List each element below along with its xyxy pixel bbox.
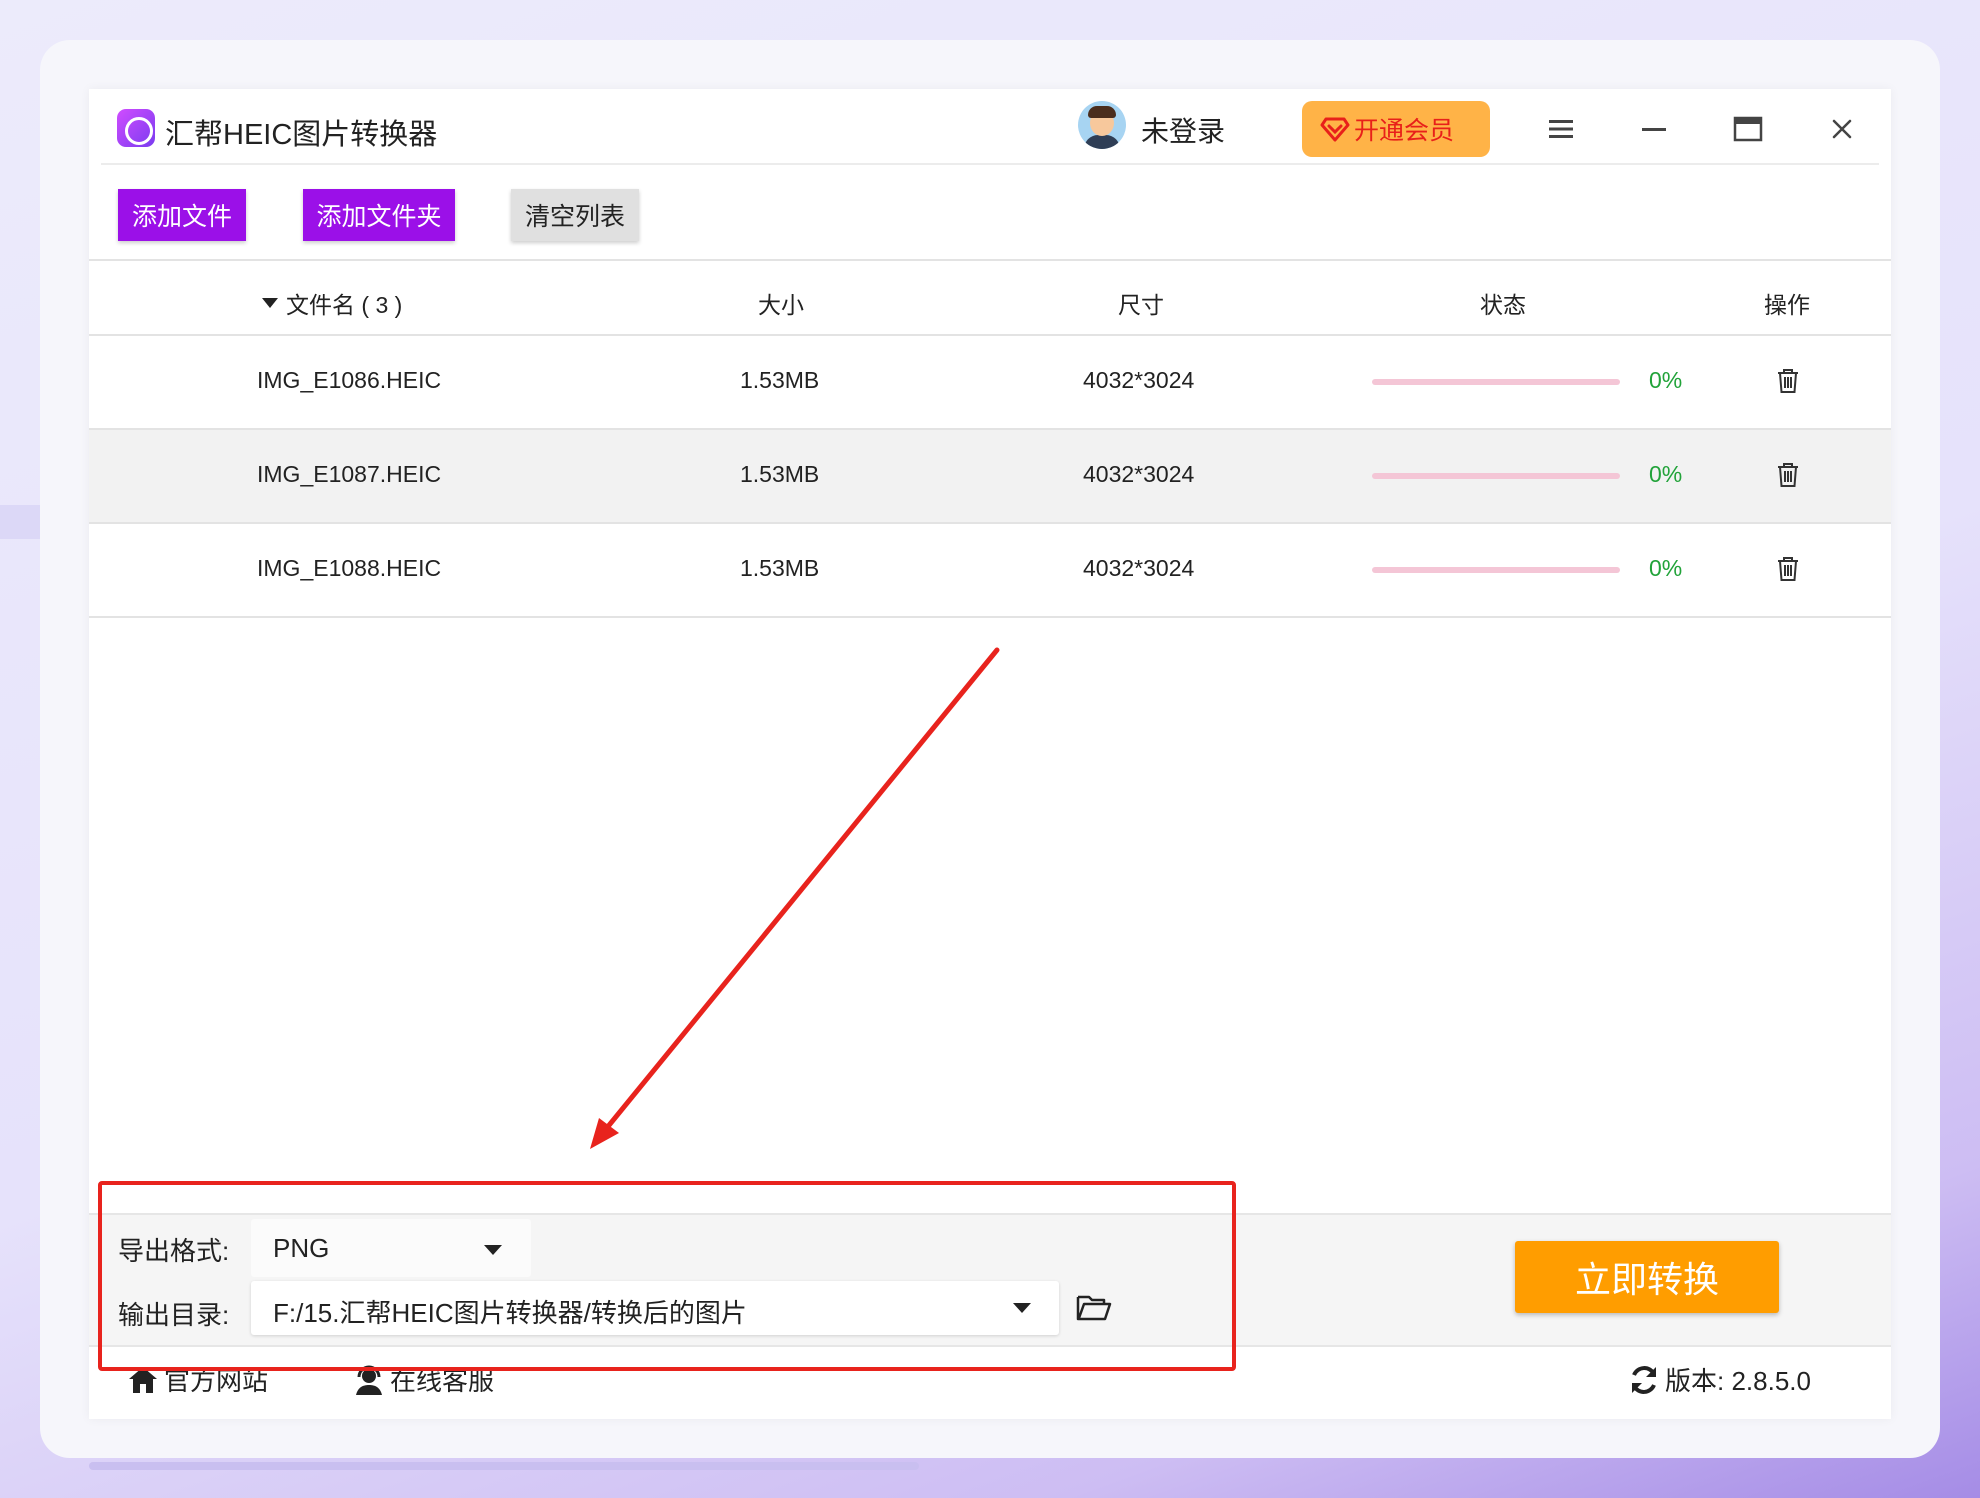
file-dimensions: 4032*3024 — [1083, 555, 1195, 581]
app-logo-icon — [117, 109, 155, 147]
minimize-icon[interactable] — [1634, 109, 1674, 149]
horizontal-scrollbar[interactable] — [89, 1462, 919, 1470]
version-info[interactable]: 版本: 2.8.5.0 — [1627, 1361, 1811, 1398]
size-header: 大小 — [758, 292, 804, 318]
maximize-icon[interactable] — [1728, 109, 1768, 149]
file-size: 1.53MB — [740, 367, 820, 393]
app-title: 汇帮HEIC图片转换器 — [165, 119, 438, 151]
diamond-icon — [1320, 117, 1350, 142]
file-name: IMG_E1088.HEIC — [257, 555, 442, 581]
progress-percent: 0% — [1649, 367, 1683, 393]
filename-header[interactable]: 文件名 ( 3 ) — [262, 286, 402, 320]
version-label: 版本: 2.8.5.0 — [1665, 1366, 1811, 1396]
sort-down-icon — [262, 298, 278, 308]
file-size: 1.53MB — [740, 555, 820, 581]
background-strip — [0, 505, 42, 539]
file-dimensions: 4032*3024 — [1083, 461, 1195, 487]
convert-now-button[interactable]: 立即转换 — [1515, 1241, 1779, 1313]
clear-list-button[interactable]: 清空列表 — [511, 189, 639, 241]
dimensions-header: 尺寸 — [1118, 292, 1164, 318]
filename-header-label: 文件名 ( 3 ) — [286, 292, 403, 318]
table-row[interactable]: IMG_E1087.HEIC 1.53MB 4032*3024 0% — [89, 430, 1891, 524]
trash-icon[interactable] — [1773, 460, 1803, 490]
avatar[interactable] — [1078, 101, 1126, 149]
menu-icon[interactable] — [1541, 109, 1581, 149]
login-status[interactable]: 未登录 — [1141, 110, 1225, 150]
vip-button[interactable]: 开通会员 — [1302, 101, 1490, 157]
status-header: 状态 — [1480, 292, 1526, 318]
progress-percent: 0% — [1649, 461, 1683, 487]
progress-bar — [1372, 567, 1620, 573]
annotation-highlight-box — [98, 1181, 1236, 1371]
file-name: IMG_E1086.HEIC — [257, 367, 442, 393]
file-size: 1.53MB — [740, 461, 820, 487]
trash-icon[interactable] — [1773, 366, 1803, 396]
toolbar-divider — [89, 259, 1891, 261]
table-row[interactable]: IMG_E1088.HEIC 1.53MB 4032*3024 0% — [89, 524, 1891, 618]
close-icon[interactable] — [1822, 109, 1862, 149]
vip-label: 开通会员 — [1354, 117, 1455, 145]
title-bar: 汇帮HEIC图片转换器 未登录 开通会员 — [101, 89, 1879, 165]
add-folder-button[interactable]: 添加文件夹 — [303, 189, 455, 241]
file-dimensions: 4032*3024 — [1083, 367, 1195, 393]
action-header: 操作 — [1764, 292, 1810, 318]
progress-bar — [1372, 473, 1620, 479]
file-name: IMG_E1087.HEIC — [257, 461, 442, 487]
refresh-icon — [1632, 1365, 1656, 1394]
progress-bar — [1372, 379, 1620, 385]
progress-percent: 0% — [1649, 555, 1683, 581]
add-file-button[interactable]: 添加文件 — [118, 189, 246, 241]
trash-icon[interactable] — [1773, 554, 1803, 584]
table-row[interactable]: IMG_E1086.HEIC 1.53MB 4032*3024 0% — [89, 336, 1891, 430]
